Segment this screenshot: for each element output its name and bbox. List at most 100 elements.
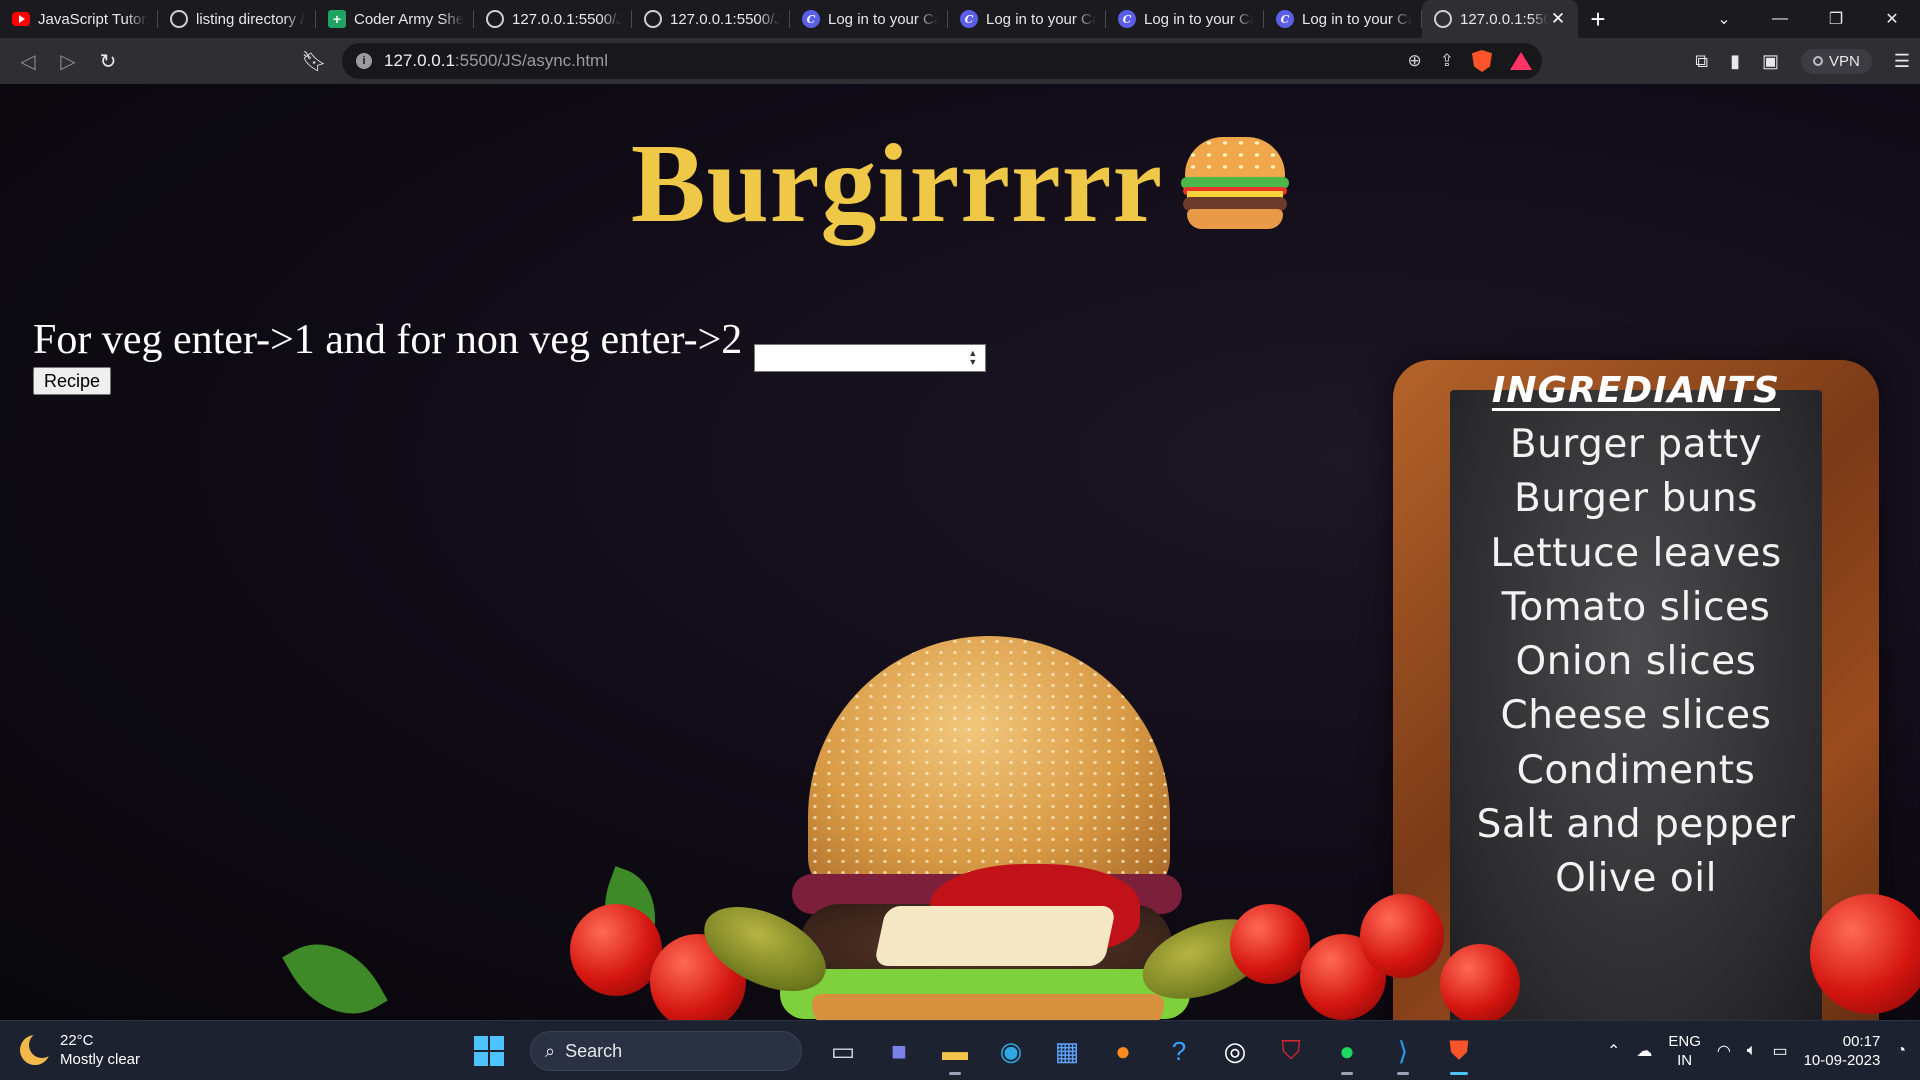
language-indicator[interactable]: ENG IN <box>1668 1032 1701 1070</box>
search-icon: ⌕ <box>545 1040 556 1061</box>
choice-number-input[interactable]: ▲ ▼ <box>754 344 987 372</box>
cheese-layer <box>873 906 1117 966</box>
pickle <box>691 889 839 1009</box>
lettuce-layer <box>780 969 1190 1019</box>
burger-icon <box>1181 137 1290 229</box>
system-tray: ⌃ ☁ ENG IN ◠ 🔈︎ ▭ 00:17 10-09-2023 ◔ <box>1607 1021 1920 1080</box>
tab-search-chevron-icon[interactable]: ⌄ <box>1696 0 1752 38</box>
ingredient-list: Burger patty Burger buns Lettuce leaves … <box>1450 418 1822 907</box>
tab-canva-3[interactable]: C Log in to your Canva <box>1106 0 1264 38</box>
url-path: :5500/JS/async.html <box>454 51 608 70</box>
browser-toolbar: ◁ ▷ ↻ 🔖︎ i 127.0.0.1:5500/JS/async.html … <box>0 38 1920 84</box>
cherry-tomato <box>570 904 662 996</box>
spotify-icon[interactable]: ● <box>1326 1030 1368 1075</box>
tab-localhost-1[interactable]: 127.0.0.1:5500/JS <box>474 0 632 38</box>
close-window-button[interactable]: ✕ <box>1864 0 1920 38</box>
volume-icon[interactable]: 🔈︎ <box>1747 1042 1757 1060</box>
new-tab-button[interactable]: + <box>1578 0 1618 38</box>
temperature: 22°C <box>60 1032 94 1049</box>
tab-label: Log in to your Canva <box>1302 10 1412 28</box>
globe-icon <box>644 10 662 28</box>
extensions-icon[interactable]: ⧉ <box>1695 51 1708 72</box>
cherry-tomato <box>1230 904 1310 984</box>
tab-label: 127.0.0.1:5500 <box>1460 10 1548 28</box>
forward-button[interactable]: ▷ <box>48 41 88 81</box>
list-item: Onion slices <box>1515 639 1757 685</box>
battery-icon[interactable]: ▭ <box>1772 1041 1787 1061</box>
vpn-button[interactable]: VPN <box>1801 48 1872 74</box>
list-item: Burger patty <box>1509 422 1763 467</box>
canva-icon: C <box>802 10 820 28</box>
tab-listing-directory[interactable]: listing directory / <box>158 0 316 38</box>
brave-shields-icon[interactable] <box>1472 50 1492 72</box>
notification-icon[interactable]: ◔ <box>1896 1042 1906 1060</box>
tab-label: Log in to your Canva <box>828 10 938 28</box>
share-icon[interactable]: ⇪ <box>1440 51 1454 71</box>
patty-layer <box>800 904 1172 984</box>
cherry-tomato <box>1360 894 1444 978</box>
tab-localhost-2[interactable]: 127.0.0.1:5500/JS <box>632 0 790 38</box>
task-view-icon[interactable]: ▭ <box>822 1030 864 1072</box>
zoom-icon[interactable]: ⊕ <box>1408 51 1422 71</box>
burger-top-bun <box>808 636 1170 896</box>
clock[interactable]: 00:17 10-09-2023 <box>1804 1032 1881 1070</box>
taskbar: 22°C Mostly clear ⌕ Search ▭ ■ ▬ ◉ ▦ ● ? … <box>0 1020 1920 1080</box>
number-spinner-icon[interactable]: ▲ ▼ <box>968 349 977 367</box>
restore-button[interactable]: ❐ <box>1808 0 1864 38</box>
microsoft-store-icon[interactable]: ▦ <box>1046 1030 1088 1072</box>
tab-javascript-tutorial[interactable]: JavaScript Tutorial <box>0 0 158 38</box>
teams-chat-icon[interactable]: ■ <box>878 1030 920 1072</box>
github-icon[interactable]: ◎ <box>1214 1030 1256 1072</box>
vpn-label: VPN <box>1829 52 1860 70</box>
cherry-tomato <box>1300 934 1386 1020</box>
close-tab-icon[interactable]: ✕ <box>1548 9 1568 29</box>
reload-button[interactable]: ↻ <box>88 41 128 81</box>
toolbar-right: ⧉ ▮ ▣ VPN ☰ <box>1695 38 1910 84</box>
tab-canva-4[interactable]: C Log in to your Canva <box>1264 0 1422 38</box>
list-item: Lettuce leaves <box>1490 530 1782 576</box>
help-icon[interactable]: ? <box>1158 1030 1200 1072</box>
onedrive-icon[interactable]: ☁ <box>1636 1041 1652 1061</box>
file-explorer-icon[interactable]: ▬ <box>934 1030 976 1075</box>
tab-canva-1[interactable]: C Log in to your Canva <box>790 0 948 38</box>
chalkboard-title: INGREDIANTS <box>1491 370 1781 411</box>
vscode-icon[interactable]: ⟩ <box>1382 1030 1424 1075</box>
taskbar-search[interactable]: ⌕ Search <box>530 1031 802 1071</box>
wallet-icon[interactable]: ▣ <box>1762 51 1779 72</box>
list-item: Olive oil <box>1555 856 1717 902</box>
mcafee-icon[interactable]: ⛉ <box>1270 1030 1312 1072</box>
bookmark-icon[interactable]: 🔖︎ <box>294 41 334 81</box>
tab-label: Coder Army Sheet <box>354 10 464 28</box>
weather-widget[interactable]: 22°C Mostly clear <box>20 1031 140 1069</box>
ketchup-layer <box>930 864 1140 954</box>
chevron-up-icon[interactable]: ⌃ <box>1607 1041 1620 1061</box>
edge-icon[interactable]: ◉ <box>990 1030 1032 1072</box>
lang-secondary: IN <box>1677 1052 1693 1069</box>
tab-canva-2[interactable]: C Log in to your Canva <box>948 0 1106 38</box>
start-button[interactable] <box>468 1030 510 1072</box>
tab-coder-army-sheet[interactable]: + Coder Army Sheet <box>316 0 474 38</box>
window-controls: ⌄ — ❐ ✕ <box>1696 0 1920 38</box>
page-content: INGREDIANTS Burger patty Burger buns Let… <box>0 84 1920 1020</box>
tab-label: 127.0.0.1:5500/JS <box>670 10 780 28</box>
tab-label: JavaScript Tutorial <box>38 10 148 28</box>
minimize-button[interactable]: — <box>1752 0 1808 38</box>
sidebar-icon[interactable]: ▮ <box>1730 51 1740 72</box>
wifi-icon[interactable]: ◠ <box>1717 1041 1731 1061</box>
site-info-icon[interactable]: i <box>356 53 372 69</box>
recipe-button[interactable]: Recipe <box>33 367 111 395</box>
date: 10-09-2023 <box>1803 1052 1881 1069</box>
firefox-icon[interactable]: ● <box>1102 1030 1144 1072</box>
moon-icon <box>20 1032 55 1065</box>
brave-icon[interactable]: ⛊ <box>1438 1030 1480 1075</box>
burger-bottom-bun <box>812 994 1164 1020</box>
address-bar[interactable]: i 127.0.0.1:5500/JS/async.html ⊕ ⇪ <box>342 43 1542 79</box>
tab-active-localhost[interactable]: 127.0.0.1:5500 ✕ <box>1422 0 1578 38</box>
brave-rewards-icon[interactable] <box>1510 52 1532 70</box>
list-item: Cheese slices <box>1500 693 1772 739</box>
back-button[interactable]: ◁ <box>8 41 48 81</box>
menu-icon[interactable]: ☰ <box>1894 51 1910 72</box>
vpn-status-icon <box>1813 56 1824 66</box>
time: 00:17 <box>1842 1033 1881 1050</box>
url-host: 127.0.0.1 <box>384 51 455 70</box>
